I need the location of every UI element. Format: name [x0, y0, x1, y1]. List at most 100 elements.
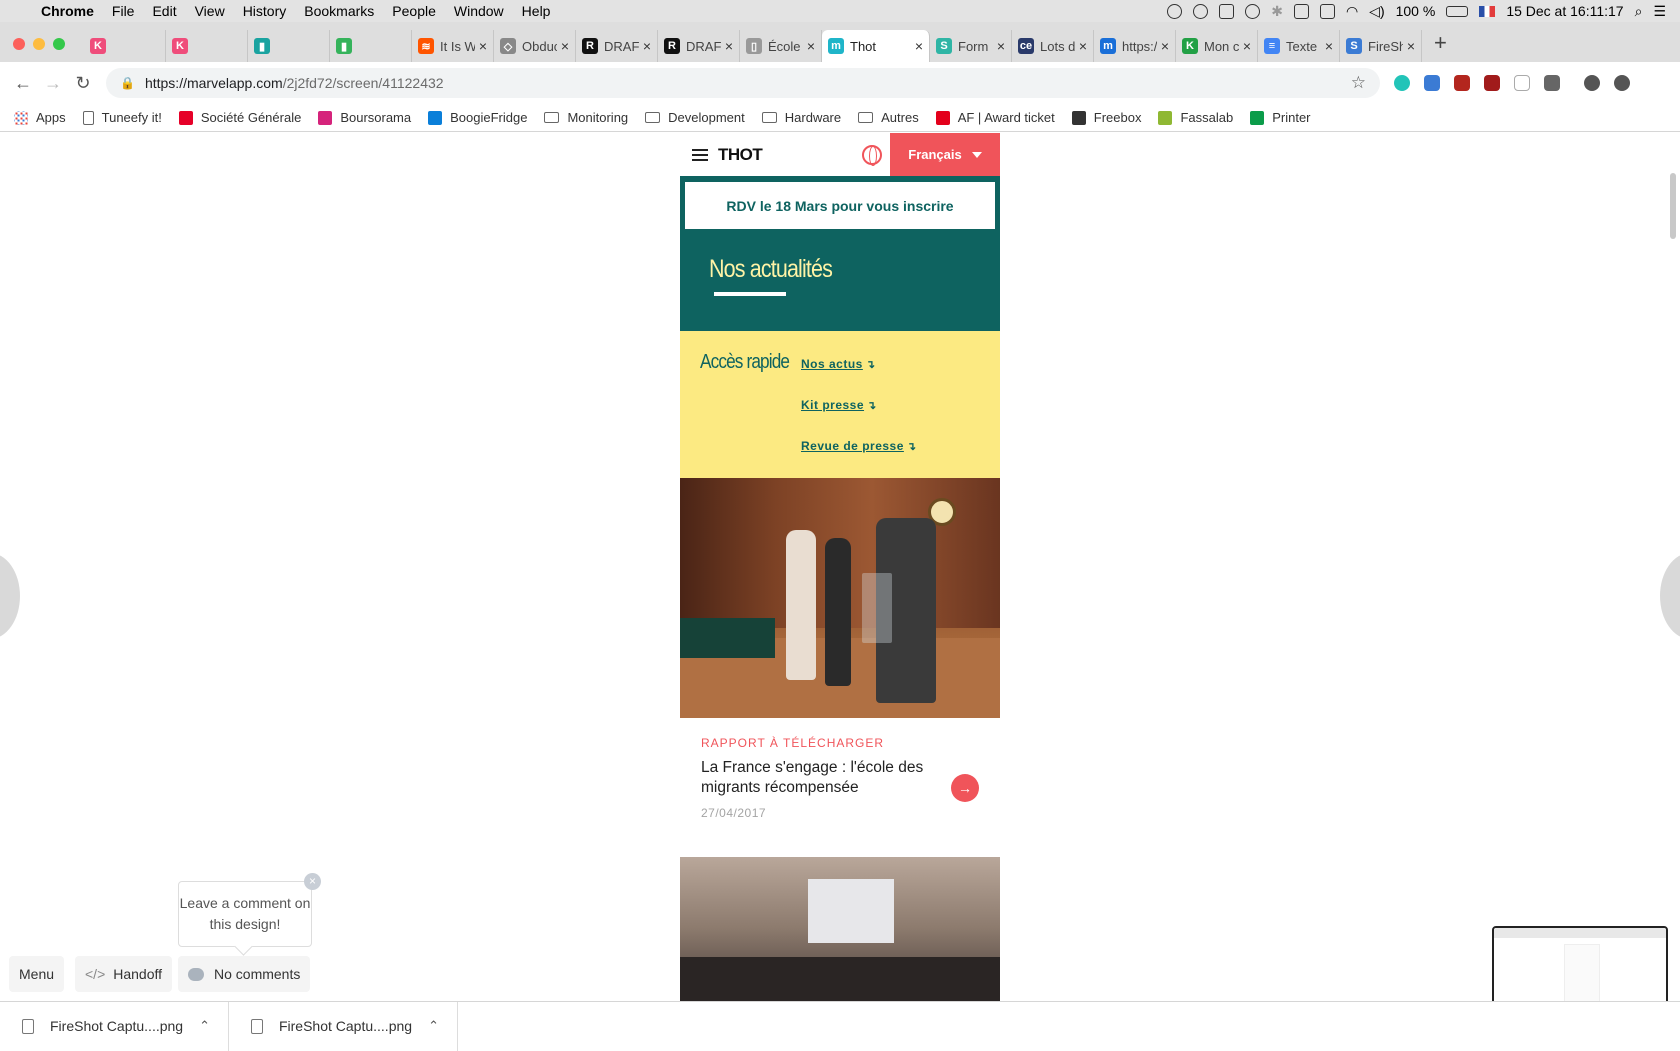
- browser-tab[interactable]: R DRAFT A×: [576, 30, 658, 62]
- spotlight-icon[interactable]: ⌕: [1635, 3, 1643, 20]
- bookmark-item[interactable]: Tuneefy it!: [82, 110, 162, 125]
- window-close-button[interactable]: [13, 38, 25, 50]
- browser-tab[interactable]: ≡ Texte ret×: [1258, 30, 1340, 62]
- bookmark-item[interactable]: Freebox: [1071, 110, 1141, 125]
- menubar-clock[interactable]: 15 Dec at 16:11:17: [1506, 3, 1623, 19]
- tab-close-icon[interactable]: ×: [807, 38, 815, 54]
- status-app-icon[interactable]: [1167, 3, 1183, 19]
- tab-close-icon[interactable]: ×: [561, 38, 569, 54]
- alfred-icon[interactable]: [1219, 3, 1235, 19]
- tab-close-icon[interactable]: ×: [915, 38, 923, 54]
- shield-extension-icon[interactable]: [1484, 75, 1500, 91]
- extension-badge-icon[interactable]: [1454, 75, 1470, 91]
- browser-tab[interactable]: ce Lots de×: [1012, 30, 1094, 62]
- address-bar[interactable]: 🔒 https://marvelapp.com/2j2fd72/screen/4…: [106, 68, 1380, 98]
- time-machine-icon[interactable]: [1245, 3, 1261, 19]
- handoff-button[interactable]: </> Handoff: [75, 956, 173, 992]
- bookmark-item[interactable]: Autres: [858, 110, 919, 125]
- bluetooth-icon[interactable]: ✱: [1271, 3, 1283, 20]
- close-icon[interactable]: ×: [304, 873, 321, 890]
- download-item[interactable]: FireShot Captu....png ⌃: [229, 1001, 458, 1051]
- browser-tab[interactable]: ▮: [248, 30, 330, 62]
- browser-tab[interactable]: K Mon con×: [1176, 30, 1258, 62]
- tab-close-icon[interactable]: ×: [1243, 38, 1251, 54]
- bookmark-item[interactable]: BoogieFridge: [428, 110, 527, 125]
- bookmark-star-icon[interactable]: ☆: [1351, 73, 1366, 93]
- browser-tab[interactable]: S FireShot×: [1340, 30, 1422, 62]
- memory-icon[interactable]: [1319, 3, 1335, 19]
- tab-close-icon[interactable]: ×: [479, 38, 487, 54]
- lock-icon[interactable]: 🔒: [120, 76, 135, 90]
- do-not-disturb-icon[interactable]: [1193, 3, 1209, 19]
- bookmark-item[interactable]: Fassalab: [1158, 110, 1233, 125]
- wifi-icon[interactable]: ◠: [1346, 3, 1358, 20]
- menu-people[interactable]: People: [383, 0, 445, 22]
- bookmark-item[interactable]: Hardware: [761, 110, 841, 125]
- browser-tab[interactable]: R DRAFT A×: [658, 30, 740, 62]
- bookmark-item[interactable]: Apps: [14, 110, 66, 125]
- bookmark-item[interactable]: AF | Award ticket: [935, 110, 1055, 125]
- browser-tab[interactable]: m https://v×: [1094, 30, 1176, 62]
- page-thumbnail[interactable]: [1492, 926, 1668, 1001]
- browser-tab[interactable]: K: [166, 30, 248, 62]
- language-selector[interactable]: Français: [890, 133, 1000, 176]
- article-photo-2[interactable]: [680, 857, 1000, 1001]
- tab-close-icon[interactable]: ×: [997, 38, 1005, 54]
- quick-link-revue-de-presse[interactable]: Revue de presse ↴: [801, 439, 917, 453]
- window-minimize-button[interactable]: [33, 38, 45, 50]
- menu-history[interactable]: History: [234, 0, 296, 22]
- s-extension-icon[interactable]: [1544, 75, 1560, 91]
- article-card[interactable]: RAPPORT À TÉLÉCHARGER La France s'engage…: [680, 718, 1000, 858]
- article-photo[interactable]: [680, 478, 1000, 718]
- menu-window[interactable]: Window: [445, 0, 513, 22]
- fireshot-extension-icon[interactable]: [1424, 75, 1440, 91]
- menu-view[interactable]: View: [186, 0, 234, 22]
- new-tab-button[interactable]: +: [1422, 30, 1459, 62]
- bookmark-item[interactable]: Monitoring: [544, 110, 628, 125]
- bookmark-item[interactable]: Société Générale: [178, 110, 301, 125]
- browser-tab[interactable]: ◇ Obductio×: [494, 30, 576, 62]
- tab-close-icon[interactable]: ×: [1161, 38, 1169, 54]
- bookmark-item[interactable]: Printer: [1250, 110, 1311, 125]
- tab-close-icon[interactable]: ×: [1325, 38, 1333, 54]
- volume-icon[interactable]: ◁): [1369, 3, 1384, 20]
- profile-avatar-icon[interactable]: [1584, 75, 1600, 91]
- bookmark-item[interactable]: Boursorama: [318, 110, 411, 125]
- next-screen-button[interactable]: [1660, 553, 1680, 639]
- forward-button[interactable]: →: [38, 73, 68, 94]
- json-extension-icon[interactable]: [1514, 75, 1530, 91]
- browser-tab[interactable]: S Form | S×: [930, 30, 1012, 62]
- article-headline[interactable]: La France s'engage : l'école des migrant…: [701, 758, 939, 798]
- comments-button[interactable]: No comments: [178, 956, 311, 992]
- bookmark-item[interactable]: Development: [645, 110, 745, 125]
- window-zoom-button[interactable]: [53, 38, 65, 50]
- globe-icon[interactable]: [862, 144, 882, 166]
- menu-help[interactable]: Help: [513, 0, 560, 22]
- browser-tab[interactable]: ▮: [330, 30, 412, 62]
- page-scrollbar[interactable]: [1670, 173, 1676, 239]
- quick-link-nos-actus[interactable]: Nos actus ↴: [801, 357, 876, 371]
- input-source-flag-icon[interactable]: [1479, 5, 1496, 17]
- rdv-banner[interactable]: RDV le 18 Mars pour vous inscrire: [685, 182, 995, 229]
- tab-close-icon[interactable]: ×: [1079, 38, 1087, 54]
- menu-app-name[interactable]: Chrome: [32, 0, 103, 22]
- hamburger-menu-icon[interactable]: [692, 146, 708, 164]
- update-icon[interactable]: [1614, 75, 1630, 91]
- download-item[interactable]: FireShot Captu....png ⌃: [0, 1001, 229, 1051]
- battery-label[interactable]: 100 %: [1396, 3, 1436, 19]
- back-button[interactable]: ←: [8, 73, 38, 94]
- tab-close-icon[interactable]: ×: [725, 38, 733, 54]
- tab-close-icon[interactable]: ×: [1407, 38, 1415, 54]
- marvel-extension-icon[interactable]: [1394, 75, 1410, 91]
- chevron-up-icon[interactable]: ⌃: [199, 1018, 210, 1034]
- site-logo[interactable]: THOT: [718, 145, 763, 165]
- menu-file[interactable]: File: [103, 0, 144, 22]
- browser-tab[interactable]: ▯ École Th×: [740, 30, 822, 62]
- browser-tab[interactable]: m Thot ×: [822, 30, 930, 62]
- menu-bookmarks[interactable]: Bookmarks: [295, 0, 383, 22]
- arrow-right-icon[interactable]: →: [951, 774, 979, 802]
- prev-screen-button[interactable]: [0, 553, 20, 639]
- menu-edit[interactable]: Edit: [143, 0, 185, 22]
- reload-button[interactable]: ↻: [68, 73, 98, 94]
- chevron-up-icon[interactable]: ⌃: [428, 1018, 439, 1034]
